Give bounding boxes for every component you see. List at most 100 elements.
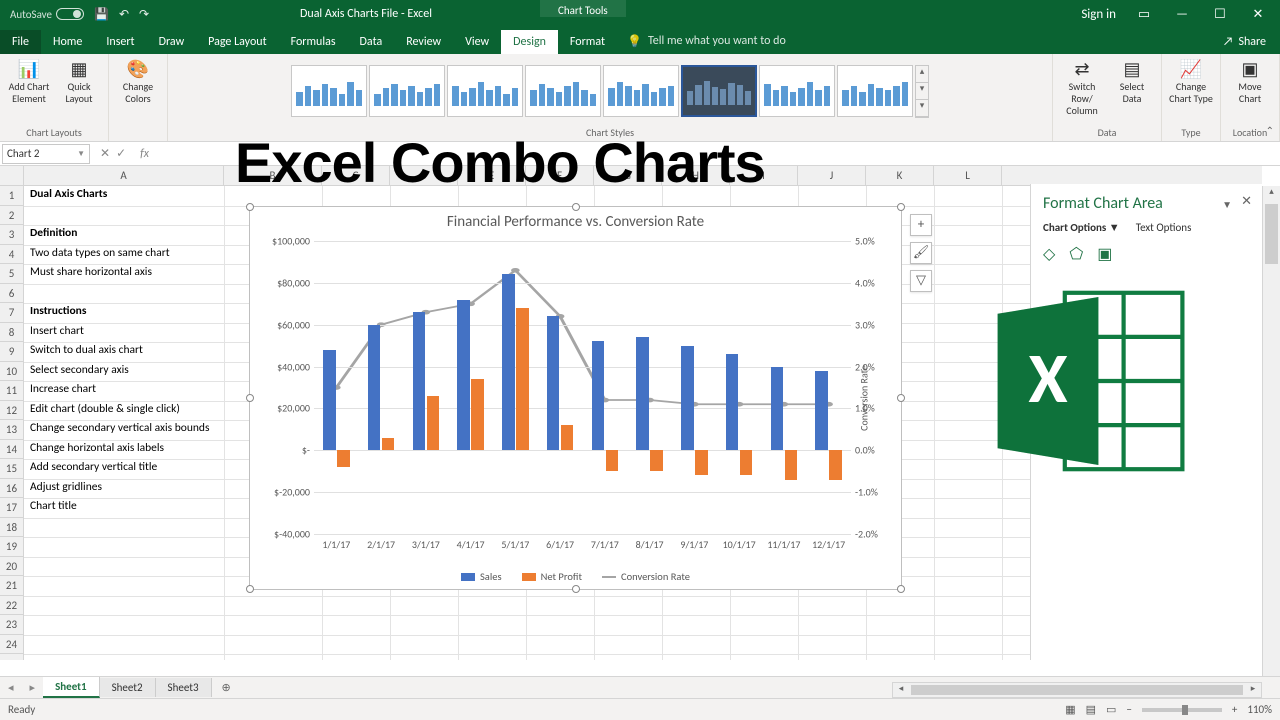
collapse-ribbon-icon[interactable]: ⌃ xyxy=(1266,124,1274,137)
maximize-icon[interactable]: ☐ xyxy=(1210,7,1230,22)
tab-design[interactable]: Design xyxy=(501,30,558,54)
chart-style-thumb[interactable] xyxy=(759,65,835,117)
zoom-out-icon[interactable]: − xyxy=(1126,703,1131,716)
row-header[interactable]: 1 xyxy=(0,186,23,206)
fx-icon[interactable]: fx xyxy=(134,147,155,161)
close-icon[interactable]: ✕ xyxy=(1248,7,1268,22)
change-colors-button[interactable]: 🎨Change Colors xyxy=(114,57,162,138)
move-chart-button[interactable]: ▣Move Chart xyxy=(1226,57,1274,125)
tab-file[interactable]: File xyxy=(0,30,41,54)
sheet-tab[interactable]: Sheet1 xyxy=(43,677,100,698)
cell[interactable]: Two data types on same chart xyxy=(27,245,173,261)
chart-plus-icon[interactable]: + xyxy=(910,214,932,236)
row-header[interactable]: 12 xyxy=(0,401,23,421)
tab-draw[interactable]: Draw xyxy=(147,30,197,54)
secondary-axis-title[interactable]: Conversion Rate xyxy=(858,365,871,431)
undo-icon[interactable]: ↶ xyxy=(119,7,129,22)
row-header[interactable]: 21 xyxy=(0,576,23,596)
sheet-nav-prev-icon[interactable]: ◂ xyxy=(0,681,22,694)
col-header[interactable]: A xyxy=(24,166,224,185)
size-props-icon[interactable]: ▣ xyxy=(1097,244,1112,264)
quick-layout-button[interactable]: ▦Quick Layout xyxy=(55,57,103,125)
row-header[interactable]: 6 xyxy=(0,284,23,304)
zoom-in-icon[interactable]: + xyxy=(1232,703,1237,716)
effects-icon[interactable]: ⬠ xyxy=(1069,244,1083,264)
row-header[interactable]: 3 xyxy=(0,225,23,245)
select-data-button[interactable]: ▤Select Data xyxy=(1108,57,1156,125)
cell[interactable]: Edit chart (double & single click) xyxy=(27,401,183,417)
cell[interactable]: Dual Axis Charts xyxy=(27,186,110,202)
cell[interactable]: Adjust gridlines xyxy=(27,479,105,495)
row-header[interactable]: 24 xyxy=(0,635,23,655)
ribbon-display-icon[interactable]: ▭ xyxy=(1134,7,1154,22)
tab-formulas[interactable]: Formulas xyxy=(279,30,348,54)
row-header[interactable]: 4 xyxy=(0,245,23,265)
pagelayout-view-icon[interactable]: ▤ xyxy=(1086,703,1096,716)
row-header[interactable]: 18 xyxy=(0,518,23,538)
share-button[interactable]: ↗Share xyxy=(1209,30,1280,54)
chart-style-thumb[interactable] xyxy=(603,65,679,117)
enter-fx-icon[interactable]: ✓ xyxy=(116,146,126,161)
chart-style-thumb[interactable] xyxy=(837,65,913,117)
tab-insert[interactable]: Insert xyxy=(94,30,146,54)
tab-home[interactable]: Home xyxy=(41,30,94,54)
row-header[interactable]: 15 xyxy=(0,459,23,479)
cell[interactable]: Chart title xyxy=(27,498,80,514)
chart-title[interactable]: Financial Performance vs. Conversion Rat… xyxy=(250,207,901,237)
cell[interactable]: Change secondary vertical axis bounds xyxy=(27,420,212,436)
name-box[interactable]: Chart 2▼ xyxy=(2,144,90,164)
pagebreak-view-icon[interactable]: ▭ xyxy=(1106,703,1116,716)
row-header[interactable]: 16 xyxy=(0,479,23,499)
zoom-slider[interactable] xyxy=(1142,708,1222,712)
redo-icon[interactable]: ↷ xyxy=(139,7,149,22)
cell[interactable]: Switch to dual axis chart xyxy=(27,342,146,358)
sheet-tab[interactable]: Sheet3 xyxy=(156,678,212,697)
row-header[interactable]: 5 xyxy=(0,264,23,284)
col-header[interactable]: L xyxy=(934,166,1002,185)
switch-row-col-button[interactable]: ⇄Switch Row/ Column xyxy=(1058,57,1106,125)
pane-options-icon[interactable]: ▼ xyxy=(1222,198,1232,211)
change-chart-type-button[interactable]: 📈Change Chart Type xyxy=(1167,57,1215,125)
text-options-tab[interactable]: Text Options xyxy=(1136,221,1192,234)
add-sheet-icon[interactable]: ⊕ xyxy=(212,681,241,694)
row-header[interactable]: 9 xyxy=(0,342,23,362)
row-header[interactable]: 10 xyxy=(0,362,23,382)
chart-style-thumb[interactable] xyxy=(447,65,523,117)
chart-style-thumb[interactable] xyxy=(525,65,601,117)
plot-area[interactable]: $100,0005.0%$80,0004.0%$60,0003.0%$40,00… xyxy=(314,241,851,534)
cell[interactable]: Definition xyxy=(27,225,80,241)
zoom-level[interactable]: 110% xyxy=(1247,703,1272,716)
cell[interactable]: Select secondary axis xyxy=(27,362,132,378)
row-header[interactable]: 2 xyxy=(0,206,23,226)
tell-me[interactable]: 💡Tell me what you want to do xyxy=(617,29,796,54)
chart-styles-gallery[interactable]: ▴▾▾ xyxy=(289,57,931,125)
chart-legend[interactable]: Sales Net Profit Conversion Rate xyxy=(250,570,901,583)
normal-view-icon[interactable]: ▦ xyxy=(1065,703,1075,716)
save-icon[interactable]: 💾 xyxy=(94,7,109,22)
tab-pagelayout[interactable]: Page Layout xyxy=(196,30,278,54)
signin-link[interactable]: Sign in xyxy=(1081,7,1116,22)
row-header[interactable]: 14 xyxy=(0,440,23,460)
chart-filter-icon[interactable]: ▽ xyxy=(910,270,932,292)
row-header[interactable]: 20 xyxy=(0,557,23,577)
cell[interactable]: Change horizontal axis labels xyxy=(27,440,167,456)
col-header[interactable]: K xyxy=(866,166,934,185)
row-header[interactable]: 19 xyxy=(0,537,23,557)
cell[interactable]: Must share horizontal axis xyxy=(27,264,155,280)
cancel-fx-icon[interactable]: ✕ xyxy=(100,146,110,161)
select-all-corner[interactable] xyxy=(0,166,24,185)
close-pane-icon[interactable]: ✕ xyxy=(1241,194,1252,209)
col-header[interactable]: J xyxy=(798,166,866,185)
chart-style-thumb[interactable] xyxy=(681,65,757,117)
row-header[interactable]: 22 xyxy=(0,596,23,616)
row-header[interactable]: 8 xyxy=(0,323,23,343)
cell[interactable]: Instructions xyxy=(27,303,89,319)
sheet-tab[interactable]: Sheet2 xyxy=(100,678,156,697)
cell[interactable]: Increase chart xyxy=(27,381,99,397)
fill-outline-icon[interactable]: ◇ xyxy=(1043,244,1055,264)
tab-view[interactable]: View xyxy=(453,30,501,54)
tab-format[interactable]: Format xyxy=(558,30,617,54)
tab-review[interactable]: Review xyxy=(394,30,453,54)
chart-style-thumb[interactable] xyxy=(369,65,445,117)
minimize-icon[interactable]: — xyxy=(1172,7,1192,22)
